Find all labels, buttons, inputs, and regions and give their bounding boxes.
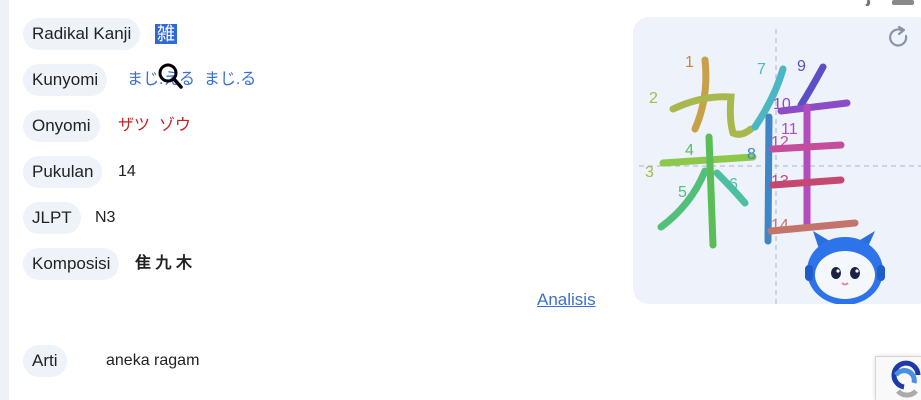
komposisi-part[interactable]: 隹 (135, 255, 151, 272)
stroke-number: 2 (649, 90, 658, 107)
onyomi-value: ザツ ゾウ (118, 110, 191, 142)
stroke-1 (691, 56, 710, 133)
pukulan-label: Pukulan (23, 156, 103, 188)
stroke-4 (705, 133, 717, 249)
kunyomi-reading-2: まじ.る (203, 71, 257, 88)
stroke-number: 3 (645, 164, 654, 181)
jlpt-label: JLPT (23, 202, 81, 234)
replay-icon[interactable] (889, 25, 908, 47)
stroke-order-diagram: 1 2 3 4 5 6 7 8 9 10 11 12 13 14 (639, 25, 921, 304)
robot-mascot-icon (805, 231, 885, 304)
left-rail (0, 0, 9, 400)
kunyomi-value: まじ.える まじ.る (127, 64, 256, 96)
stroke-number: 14 (771, 217, 789, 234)
stroke-number: 7 (757, 61, 766, 78)
stroke-number: 1 (685, 54, 694, 71)
onyomi-label: Onyomi (23, 110, 100, 142)
komposisi-label: Komposisi (23, 248, 120, 280)
arti-label: Arti (23, 345, 67, 377)
stroke-2 (669, 93, 755, 138)
stroke-number: 4 (685, 142, 694, 159)
stroke-number: 5 (678, 184, 687, 201)
magnifier-cursor-icon (158, 63, 183, 89)
stroke-number: 10 (773, 96, 791, 113)
arti-value: aneka ragam (106, 352, 200, 369)
stroke-number: 6 (729, 176, 738, 193)
stroke-10 (777, 99, 851, 115)
kunyomi-label: Kunyomi (23, 64, 108, 96)
recaptcha-badge[interactable] (875, 356, 921, 400)
stroke-order-panel: 1 2 3 4 5 6 7 8 9 10 11 12 13 14 (633, 17, 921, 304)
stroke-8 (764, 113, 773, 245)
analisis-link[interactable]: Analisis (537, 290, 596, 310)
stroke-number: 12 (771, 134, 789, 151)
radikal-kanji-label: Radikal Kanji (23, 18, 141, 50)
komposisi-part[interactable]: 九 (155, 255, 171, 272)
radikal-kanji-char[interactable]: 雑 (155, 24, 177, 44)
radikal-kanji-value[interactable]: 雑 (155, 18, 177, 50)
recaptcha-icon (891, 360, 921, 398)
onyomi-reading-2: ゾウ (158, 117, 191, 134)
stroke-number: 13 (771, 173, 789, 190)
stroke-number: 8 (747, 146, 756, 163)
stroke-number: 9 (797, 58, 806, 75)
jlpt-value: N3 (95, 209, 116, 226)
komposisi-parts: 隹 九 木 (135, 248, 192, 280)
pukulan-value: 14 (118, 163, 136, 180)
komposisi-part[interactable]: 木 (176, 255, 192, 272)
onyomi-reading-1: ザツ (118, 117, 151, 134)
top-corner-decoration (865, 0, 914, 6)
